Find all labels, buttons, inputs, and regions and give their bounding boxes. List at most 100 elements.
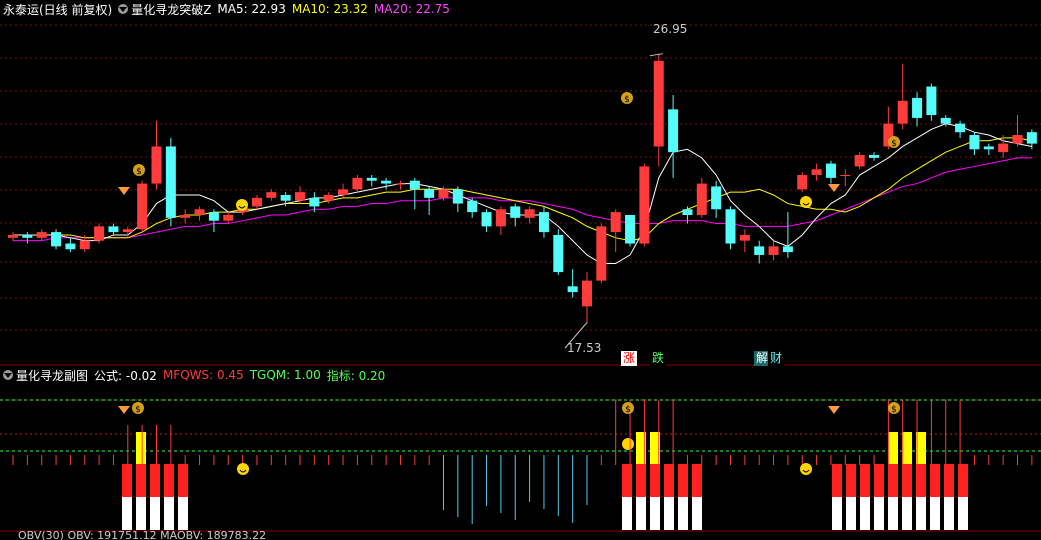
smile-icon [800,196,812,208]
candle-body [682,209,693,215]
candle-body [8,234,18,238]
sub-red-bar [678,464,688,497]
sub-dot-marker [622,438,634,450]
candle-body [137,183,148,230]
candle-body [424,189,435,198]
sub-white-bar [636,497,646,530]
stock-title[interactable]: 永泰运(日线 前复权) [3,1,112,18]
candle-body [495,209,506,227]
sub-red-bar [944,464,954,497]
candle-body [696,183,707,215]
sub-red-bar [664,464,674,497]
sub-white-bar [122,497,132,530]
high-price-label: 26.95 [653,22,688,36]
candle-body [395,183,406,185]
candle-body [969,135,980,150]
sub-red-bar [622,464,632,497]
sub-white-bar [874,497,884,530]
candle-body [323,194,334,201]
sub-red-bar [122,464,132,497]
candle-body [869,155,879,158]
smile-icon [800,463,812,475]
candle-body [194,209,205,215]
sub-red-bar [888,464,898,497]
tgqm-value: TGQM: 1.00 [249,368,321,382]
die-tag: 跌 [650,351,667,366]
formula-value: 公式: -0.02 [94,368,157,383]
sub-red-bar [650,464,660,497]
sub-red-bar [846,464,856,497]
indicator-menu-icon[interactable] [118,4,129,14]
low-price-label: 17.53 [567,341,602,355]
candle-body [409,180,420,190]
candle-body [251,197,262,207]
sub-red-bar [636,464,646,497]
sub-white-bar [888,497,898,530]
sub-white-bar [930,497,940,530]
sub-red-bar [832,464,842,497]
candle-body [739,234,750,241]
money-bag-icon: $ [622,402,634,415]
sub-red-bar [874,464,884,497]
candle-body [840,175,851,177]
money-bag-icon: $ [888,136,900,149]
sub-red-bar [916,464,926,497]
svg-text:$: $ [891,139,897,149]
candle-body [223,214,234,221]
svg-text:$: $ [891,405,897,415]
candle-body [768,246,779,255]
svg-text:$: $ [136,167,142,177]
candle-body [467,200,478,213]
sub-white-bar [164,497,174,530]
ma5-value: MA5: 22.93 [217,2,286,16]
candle-body [553,234,564,273]
candle-body [510,206,521,218]
candle-body [582,280,592,307]
candle-body [65,243,76,250]
sub-red-bar [930,464,940,497]
sub-white-bar [846,497,856,530]
sub-white-bar [916,497,926,530]
candle-body [165,146,176,218]
candle-body [122,229,133,233]
candle-body [208,212,219,221]
indicator-name[interactable]: 量化寻龙突破Z [131,1,211,18]
kline-chart-canvas[interactable]: $ $ $ $ $ $ [0,0,1041,538]
ma20-line [13,157,1032,242]
diamond-icon [118,406,130,414]
zhibiao-value: 指标: 0.20 [326,368,386,383]
candle-body [438,189,449,198]
money-bag-icon: $ [621,92,633,105]
ma10-line [13,137,1032,242]
candle-body [309,197,320,207]
candle-body [639,166,650,244]
sub-white-bar [178,497,188,530]
sub-indicator-menu-icon[interactable] [3,370,13,380]
candle-body [108,226,119,233]
candle-body [668,109,679,153]
smile-icon [236,199,248,211]
sub-red-bar [136,464,146,497]
candle-body [381,180,392,184]
candle-body [998,143,1009,153]
sub-white-bar [860,497,870,530]
candle-body [854,155,865,167]
sub-red-bar [164,464,174,497]
candle-body [266,192,277,198]
sub-white-bar [678,497,688,530]
sub-red-bar [178,464,188,497]
sub-red-bar [150,464,160,497]
sub-yellow-bar [902,432,912,464]
diamond-icon [828,184,840,192]
sub-white-bar [944,497,954,530]
ma5-line [13,123,1032,265]
candle-body [481,212,492,227]
sub-yellow-bar [136,432,146,464]
candle-body [825,163,836,178]
main-chart-header: 永泰运(日线 前复权) 量化寻龙突破Z MA5: 22.93 MA10: 23.… [0,0,456,18]
svg-text:$: $ [135,405,141,415]
candle-body [610,212,621,233]
candle-body [79,240,90,250]
candle-body [811,169,822,176]
sub-indicator-name[interactable]: 量化寻龙副图 [16,367,88,384]
